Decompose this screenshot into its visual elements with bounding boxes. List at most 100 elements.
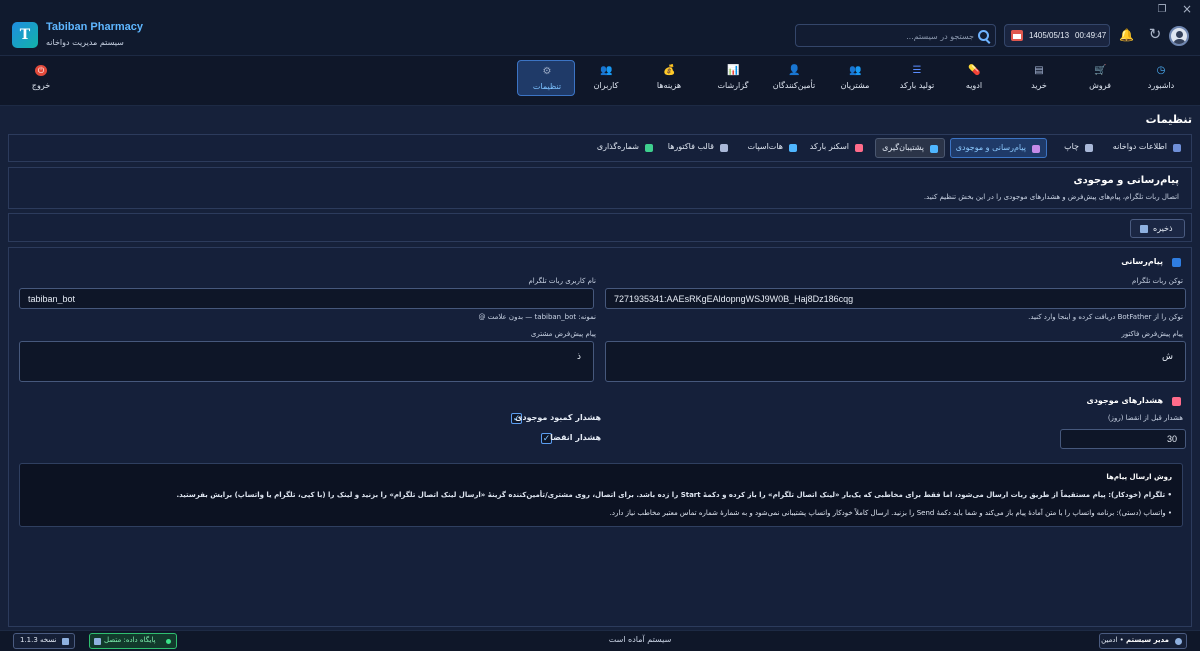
stock-alerts-heading: هشدارهای موجودی	[1086, 396, 1163, 405]
pharmacy-info-icon	[1173, 144, 1181, 152]
tab-wifi[interactable]: هات‌اسپات	[739, 138, 803, 158]
customer-message-label: پیام پیش‌فرض مشتری	[530, 330, 596, 338]
date-time-display: 1405/05/13 00:49:47	[1004, 24, 1110, 47]
nav-item-expenses[interactable]: 💰 هزینه‌ها	[640, 60, 698, 96]
tab-numbering[interactable]: شماره‌گذاری	[589, 138, 659, 158]
nav-item-label: خروج	[31, 81, 51, 90]
current-date: 1405/05/13	[1029, 31, 1070, 40]
nav-item-label: هزینه‌ها	[656, 81, 682, 90]
tab-label: چاپ	[1064, 142, 1079, 151]
nav-item-medicines[interactable]: 💊 ادویه	[945, 60, 1003, 96]
expiry-days-input[interactable]	[1060, 429, 1186, 449]
page-title: تنظیمات	[1145, 113, 1192, 126]
messaging-settings-panel: پیام‌رسانی توکن ربات تلگرام توکن را از B…	[8, 247, 1192, 627]
token-label: توکن ربات تلگرام	[1132, 277, 1183, 285]
nav-item-users[interactable]: 👥 کاربران	[577, 60, 635, 96]
bot-username-input[interactable]	[19, 288, 594, 309]
power-icon: ⏻	[35, 65, 47, 76]
pill-icon	[1172, 397, 1181, 406]
invoice-message-textarea[interactable]	[605, 341, 1186, 382]
chart-icon: 📊	[727, 65, 740, 76]
app-logo: T	[12, 22, 38, 48]
database-icon	[94, 638, 101, 645]
invoice-template-icon	[720, 144, 728, 152]
current-user-badge[interactable]: مدیر سیستم • ادمین	[1099, 633, 1187, 649]
version-badge: نسخه 1.1.3	[13, 633, 75, 649]
nav-item-label: ادویه	[965, 81, 983, 90]
app-subtitle: سیستم مدیریت دواخانه	[46, 38, 124, 47]
telegram-icon	[1172, 258, 1181, 267]
customer-message-textarea[interactable]	[19, 341, 594, 382]
document-icon: ▤	[1034, 65, 1044, 76]
printer-icon	[1085, 144, 1093, 152]
customers-icon: 👥	[849, 65, 862, 76]
tab-messaging[interactable]: پیام‌رسانی و موجودی	[950, 138, 1047, 158]
connected-dot-icon	[166, 639, 171, 644]
tab-label: پشتیبان‌گیری	[882, 143, 924, 152]
token-hint: توکن را از BotFather دریافت کرده و اینجا…	[1028, 313, 1183, 321]
app-name: Tabiban Pharmacy	[46, 21, 143, 33]
tab-label: قالب فاکتورها	[667, 142, 714, 151]
search-icon[interactable]	[978, 30, 989, 41]
tab-printer[interactable]: چاپ	[1059, 138, 1099, 158]
title-bar: T Tabiban Pharmacy سیستم مدیریت دواخانه …	[0, 0, 1200, 56]
tab-label: اسکنر بارکد	[809, 142, 849, 151]
info-whatsapp-line: • واتساپ (دستی): برنامه واتساپ را با متن…	[609, 509, 1172, 517]
save-button[interactable]: ذخیره	[1130, 219, 1185, 238]
current-time: 00:49:47	[1075, 31, 1107, 40]
nav-item-customers[interactable]: 👥 مشتریان	[826, 60, 884, 96]
action-bar: ذخیره	[8, 213, 1192, 242]
scanner-icon	[855, 144, 863, 152]
user-name: مدیر سیستم	[1125, 636, 1169, 644]
bell-icon[interactable]: 🔔	[1119, 28, 1134, 42]
users-icon: 👥	[600, 65, 613, 76]
money-bag-icon: 💰	[663, 65, 676, 76]
barcode-icon: ☰	[912, 65, 922, 76]
expiry-alert-toggle[interactable]: ✓ هشدار انقضا	[539, 432, 601, 446]
brand: T Tabiban Pharmacy سیستم مدیریت دواخانه	[12, 18, 152, 52]
tab-scanner[interactable]: اسکنر بارکد	[809, 138, 869, 158]
cart-icon: 🛒	[1094, 65, 1107, 76]
window-close-button[interactable]: ×	[1180, 3, 1194, 16]
status-bar: نسخه 1.1.3 پایگاه داده: متصل سیستم آماده…	[0, 630, 1200, 651]
nav-item-suppliers[interactable]: 👤 تأمین‌کنندگان	[765, 60, 823, 96]
refresh-icon[interactable]: ↻	[1147, 26, 1163, 42]
gear-icon: ⚙	[542, 66, 552, 77]
nav-item-label: تأمین‌کنندگان	[772, 81, 816, 90]
calendar-icon	[1011, 30, 1023, 41]
info-telegram-line: • تلگرام (خودکار): پیام مستقیماً از طریق…	[176, 491, 1172, 499]
messaging-info-box: روش ارسال پیام‌ها • تلگرام (خودکار): پیا…	[19, 463, 1183, 527]
tab-backup[interactable]: پشتیبان‌گیری	[875, 138, 945, 158]
avatar[interactable]	[1169, 26, 1189, 46]
pill-icon: 💊	[968, 65, 981, 76]
nav-item-dashboard[interactable]: ◷ داشبورد	[1132, 60, 1190, 96]
tab-label: پیام‌رسانی و موجودی	[955, 143, 1026, 152]
settings-tabs: اطلاعات دواخانه چاپ پیام‌رسانی و موجودی پشت…	[8, 134, 1192, 162]
status-message: سیستم آماده است	[608, 635, 672, 644]
nav-item-reports[interactable]: 📊 گزارشات	[704, 60, 762, 96]
nav-item-sales[interactable]: 🛒 فروش	[1071, 60, 1129, 96]
nav-item-settings[interactable]: ⚙ تنظیمات	[517, 60, 575, 96]
nav-item-label: مشتریان	[840, 81, 870, 90]
numbering-icon	[645, 144, 653, 152]
nav-item-label: داشبورد	[1147, 81, 1175, 90]
search-input[interactable]	[802, 28, 974, 44]
section-header: پیام‌رسانی و موجودی اتصال ربات تلگرام، پ…	[8, 167, 1192, 209]
search-box	[795, 24, 996, 47]
window-restore-button[interactable]: ❐	[1155, 4, 1169, 16]
invoice-message-label: پیام پیش‌فرض فاکتور	[1121, 330, 1183, 338]
main-nav: ◷ داشبورد 🛒 فروش ▤ خرید 💊 ادویه ☰ تولید بارکد 👥 مشت…	[0, 56, 1200, 106]
expiry-days-label: هشدار قبل از انقضا (روز)	[1107, 414, 1183, 422]
telegram-token-input[interactable]	[605, 288, 1186, 309]
tab-invoice-template[interactable]: قالب فاکتورها	[664, 138, 734, 158]
nav-item-purchase[interactable]: ▤ خرید	[1010, 60, 1068, 96]
supplier-icon: 👤	[788, 65, 801, 76]
dashboard-icon: ◷	[1156, 65, 1166, 76]
section-title: پیام‌رسانی و موجودی	[1073, 175, 1179, 186]
tab-label: هات‌اسپات	[747, 142, 784, 151]
low-stock-alert-toggle[interactable]: ✓ هشدار کمبود موجودی	[509, 412, 601, 426]
nav-item-barcode[interactable]: ☰ تولید بارکد	[888, 60, 946, 96]
nav-item-exit[interactable]: ⏻ خروج	[12, 60, 70, 96]
tab-pharmacy-info[interactable]: اطلاعات دواخانه	[1109, 138, 1187, 158]
floppy-icon	[1140, 225, 1148, 233]
